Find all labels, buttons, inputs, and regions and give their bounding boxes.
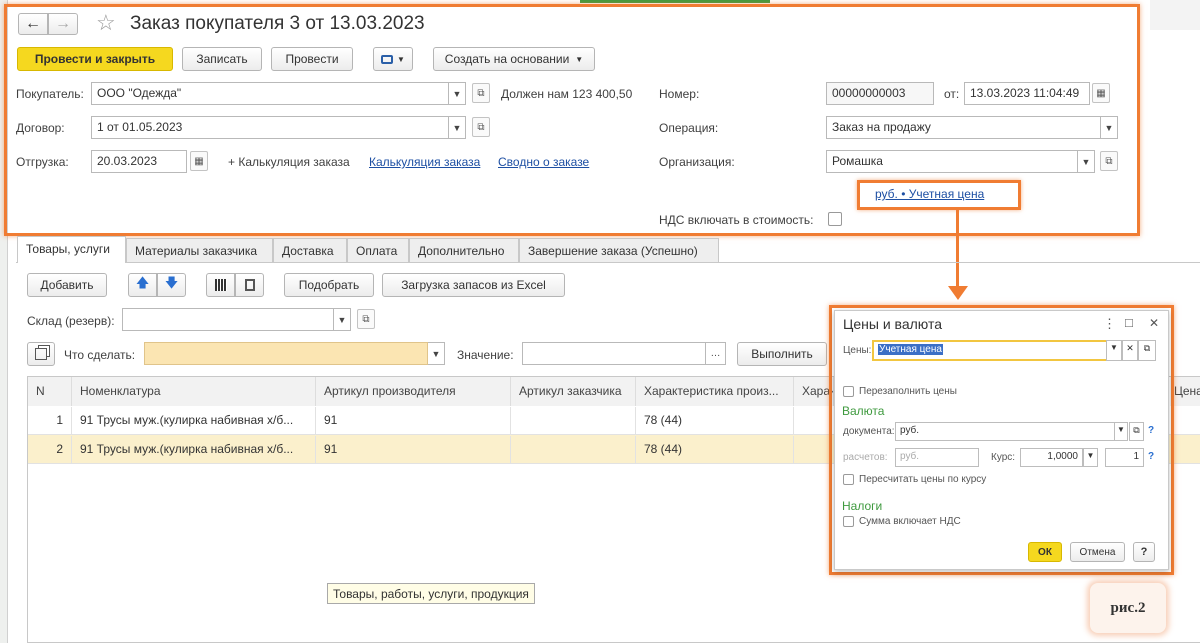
top-right-panel <box>1150 0 1200 30</box>
move-up-button[interactable]: 🡅 <box>128 273 157 297</box>
rate-label: Курс: <box>991 452 1016 463</box>
cancel-button[interactable]: Отмена <box>1070 542 1125 562</box>
warehouse-open-button[interactable]: ⧉ <box>357 309 375 329</box>
tooltip: Товары, работы, услуги, продукция <box>327 583 535 604</box>
tab-additional[interactable]: Дополнительно <box>409 238 519 262</box>
rate-help-icon[interactable]: ? <box>1148 451 1154 462</box>
col-header-item[interactable]: Номенклатура <box>72 377 316 406</box>
scanner-button[interactable] <box>235 273 264 297</box>
header-highlight <box>4 4 1140 236</box>
recalc-by-rate-label: Пересчитать цены по курсу <box>859 474 987 485</box>
tabs-baseline <box>16 262 1200 263</box>
row-item: 91 Трусы муж.(кулирка набивная х/б... <box>72 407 316 435</box>
value-select-button[interactable]: … <box>706 342 726 365</box>
currency-section-title: Валюта <box>842 404 885 418</box>
col-header-char2[interactable]: Харак <box>794 377 834 406</box>
document-help-icon[interactable]: ? <box>1148 425 1154 436</box>
col-header-price[interactable]: Цена <box>1170 377 1200 406</box>
warehouse-label: Склад (резерв): <box>27 314 115 328</box>
refill-prices-label: Перезаполнить цены <box>859 386 957 397</box>
add-button[interactable]: Добавить <box>27 273 107 297</box>
tab-goods[interactable]: Товары, услуги <box>17 236 126 263</box>
what-to-do-field[interactable] <box>144 342 428 365</box>
ok-button[interactable]: ОК <box>1028 542 1062 562</box>
tab-order-completion[interactable]: Завершение заказа (Успешно) <box>519 238 719 262</box>
row-characteristic: 78 (44) <box>636 407 794 435</box>
tab-customer-materials[interactable]: Материалы заказчика <box>126 238 273 262</box>
scanner-icon <box>244 279 255 291</box>
value-label: Значение: <box>457 348 514 362</box>
row-mfr-article: 91 <box>316 436 511 464</box>
top-green-strip <box>580 0 770 3</box>
settlements-label: расчетов: <box>843 452 888 463</box>
document-currency-dropdown[interactable]: ▼ <box>1114 422 1128 441</box>
close-icon[interactable]: ✕ <box>1149 316 1159 330</box>
row-mfr-article: 91 <box>316 407 511 435</box>
warehouse-dropdown[interactable]: ▼ <box>334 308 351 331</box>
col-header-mfr-article[interactable]: Артикул производителя <box>316 377 511 406</box>
connector-line <box>956 210 959 288</box>
value-field[interactable] <box>522 342 706 365</box>
connector-arrowhead <box>948 286 968 300</box>
recalc-by-rate-checkbox[interactable] <box>843 474 854 485</box>
document-label: документа: <box>843 426 895 437</box>
sum-includes-vat-label: Сумма включает НДС <box>859 516 961 527</box>
col-header-cust-article[interactable]: Артикул заказчика <box>511 377 636 406</box>
barcode-icon <box>214 279 227 291</box>
what-to-do-label: Что сделать: <box>64 348 136 362</box>
tab-payment[interactable]: Оплата <box>347 238 409 262</box>
execute-button[interactable]: Выполнить <box>737 342 827 366</box>
prices-value: Учетная цена <box>878 344 943 355</box>
taxes-section-title: Налоги <box>842 499 883 513</box>
help-button[interactable]: ? <box>1133 542 1155 562</box>
rate-field[interactable]: 1,0000 <box>1020 448 1083 467</box>
row-item: 91 Трусы муж.(кулирка набивная х/б... <box>72 436 316 464</box>
col-header-n[interactable]: N <box>28 377 72 406</box>
barcode-button[interactable] <box>206 273 235 297</box>
sum-includes-vat-checkbox[interactable] <box>843 516 854 527</box>
row-n: 2 <box>28 436 72 464</box>
what-to-do-dropdown[interactable]: ▼ <box>428 342 445 365</box>
figure-label: рис.2 <box>1090 583 1166 633</box>
settlements-currency-field[interactable]: руб. <box>895 448 979 467</box>
move-down-button[interactable]: 🡇 <box>157 273 186 297</box>
prices-field[interactable]: Учетная цена <box>872 340 1108 361</box>
col-header-characteristic[interactable]: Характеристика произ... <box>636 377 794 406</box>
row-cust-article <box>511 436 636 464</box>
more-icon[interactable]: ⋮ <box>1103 316 1116 332</box>
prices-label: Цены: <box>843 345 872 356</box>
prices-clear[interactable]: ✕ <box>1122 340 1138 361</box>
prices-open[interactable]: ⧉ <box>1138 340 1156 361</box>
row-n: 1 <box>28 407 72 435</box>
document-currency-field[interactable]: руб. <box>895 422 1115 441</box>
multiplier-field[interactable]: 1 <box>1105 448 1144 467</box>
dialog-title: Цены и валюта <box>843 316 943 332</box>
pick-button[interactable]: Подобрать <box>284 273 374 297</box>
refill-prices-checkbox[interactable] <box>843 386 854 397</box>
prices-dropdown[interactable]: ▼ <box>1106 340 1122 361</box>
row-cust-article <box>511 407 636 435</box>
rate-dropdown[interactable]: ▼ <box>1083 448 1098 467</box>
tab-delivery[interactable]: Доставка <box>273 238 347 262</box>
copy-icon <box>35 348 47 360</box>
maximize-icon[interactable]: □ <box>1125 315 1133 330</box>
warehouse-field[interactable] <box>122 308 334 331</box>
copy-rows-button[interactable] <box>27 342 55 366</box>
row-characteristic: 78 (44) <box>636 436 794 464</box>
document-currency-open[interactable]: ⧉ <box>1129 422 1144 441</box>
load-excel-button[interactable]: Загрузка запасов из Excel <box>382 273 565 297</box>
